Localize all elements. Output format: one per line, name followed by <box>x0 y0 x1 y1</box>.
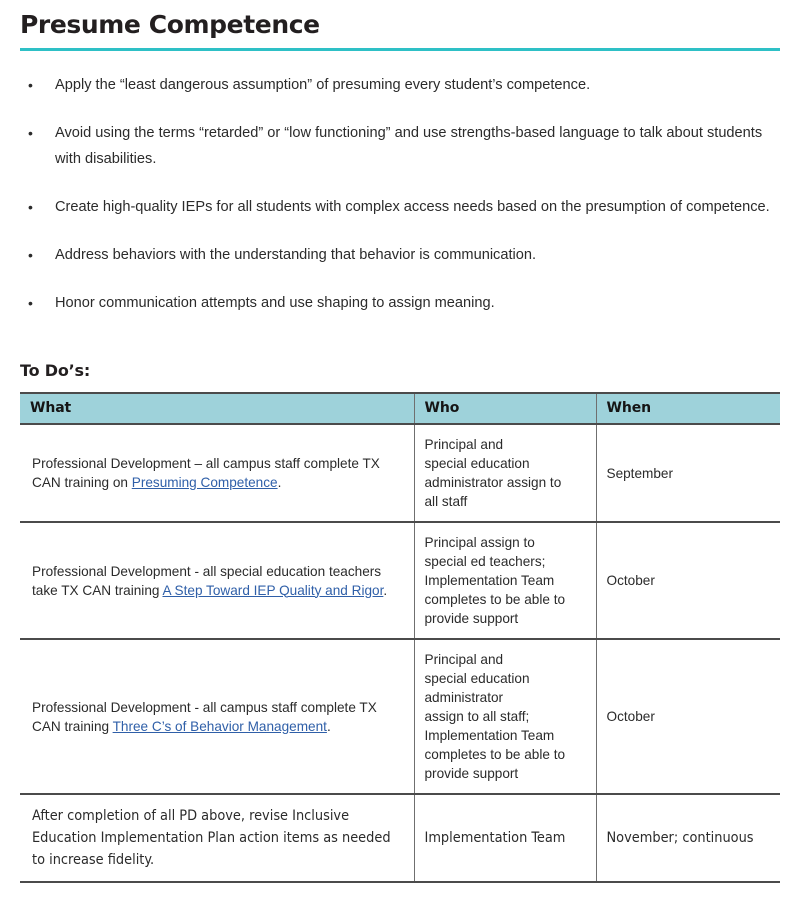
training-link[interactable]: Presuming Competence <box>132 475 278 490</box>
bullet-dot-icon: • <box>28 125 33 141</box>
document-page: Presume Competence • Apply the “least dan… <box>0 0 800 908</box>
list-item: • Avoid using the terms “retarded” or “lo… <box>20 120 780 172</box>
table-row: Professional Development - all campus st… <box>20 639 780 795</box>
list-item-text: Avoid using the terms “retarded” or “low… <box>55 125 763 167</box>
column-header-who: Who <box>414 392 597 425</box>
cell-who-line: provide support <box>424 766 519 781</box>
todo-heading: To Do’s: <box>20 361 91 380</box>
table-header: What Who When <box>20 392 780 425</box>
cell-who-line: administrator assign to <box>424 475 562 490</box>
list-item-text: Create high-quality IEPs for all student… <box>55 199 770 215</box>
key-practices-list: • Apply the “least dangerous assumption” … <box>20 51 780 316</box>
cell-who-line: Principal and <box>424 652 504 667</box>
cell-what-text: After completion of all PD above, revise… <box>32 808 391 868</box>
cell-who-line: all staff <box>424 494 468 509</box>
list-item: • Address behaviors with the understandin… <box>20 242 780 268</box>
bullet-dot-icon: • <box>28 295 33 311</box>
cell-what-suffix: . <box>383 582 388 598</box>
cell-who-line: assign to all staff; <box>424 709 530 724</box>
cell-who-line: special education <box>424 671 530 686</box>
cell-who-line: administrator <box>424 690 504 705</box>
bullet-dot-icon: • <box>28 247 33 263</box>
cell-when: October <box>596 639 780 795</box>
table-header-row: What Who When <box>20 392 780 425</box>
cell-who-line: Implementation Team <box>424 728 555 743</box>
list-item: • Apply the “least dangerous assumption” … <box>20 72 780 98</box>
cell-what-suffix: . <box>277 475 282 490</box>
column-header-when: When <box>596 392 780 425</box>
cell-when: October <box>596 522 780 640</box>
list-item: • Create high-quality IEPs for all studen… <box>20 194 780 220</box>
cell-who-line: special ed teachers; <box>424 554 546 569</box>
list-item-text: Honor communication attempts and use sha… <box>55 295 495 311</box>
cell-who-line: Principal assign to <box>424 535 535 550</box>
todo-table: What Who When Professional Development –… <box>20 392 780 883</box>
cell-who-line: completes to be able to <box>424 747 566 762</box>
cell-who-line: completes to be able to <box>424 592 566 607</box>
cell-who-line: Implementation Team <box>424 830 566 846</box>
cell-what: After completion of all PD above, revise… <box>20 794 415 883</box>
cell-who-line: special education <box>424 456 530 471</box>
table-body: Professional Development – all campus st… <box>20 424 780 883</box>
cell-who-line: Principal and <box>424 437 504 452</box>
table-row: Professional Development – all campus st… <box>20 424 780 523</box>
table-row: Professional Development - all special e… <box>20 522 780 640</box>
cell-who: Implementation Team <box>414 794 597 883</box>
training-link[interactable]: Three C’s of Behavior Management <box>113 719 327 734</box>
column-header-what: What <box>20 392 415 425</box>
cell-what-suffix: . <box>326 718 331 734</box>
cell-what: Professional Development - all campus st… <box>20 639 415 795</box>
cell-when: September <box>596 424 780 523</box>
cell-when: November; continuous <box>596 794 780 883</box>
bullet-dot-icon: • <box>28 77 33 93</box>
cell-who-line: provide support <box>424 611 519 626</box>
cell-who: Principal assign to special ed teachers; I… <box>414 522 597 640</box>
cell-who: Principal and special education administra… <box>414 424 597 523</box>
cell-what: Professional Development – all campus st… <box>20 424 415 523</box>
training-link[interactable]: A Step Toward IEP Quality and Rigor <box>162 583 383 598</box>
list-item-text: Apply the “least dangerous assumption” o… <box>55 77 591 93</box>
list-item: • Honor communication attempts and use sh… <box>20 290 780 316</box>
page-title: Presume Competence <box>20 10 320 39</box>
cell-who: Principal and special education administra… <box>414 639 597 795</box>
list-item-text: Address behaviors with the understanding… <box>55 247 537 263</box>
cell-who-line: Implementation Team <box>424 573 555 588</box>
cell-what: Professional Development - all special e… <box>20 522 415 640</box>
table-row: After completion of all PD above, revise… <box>20 794 780 883</box>
bullet-dot-icon: • <box>28 199 33 215</box>
